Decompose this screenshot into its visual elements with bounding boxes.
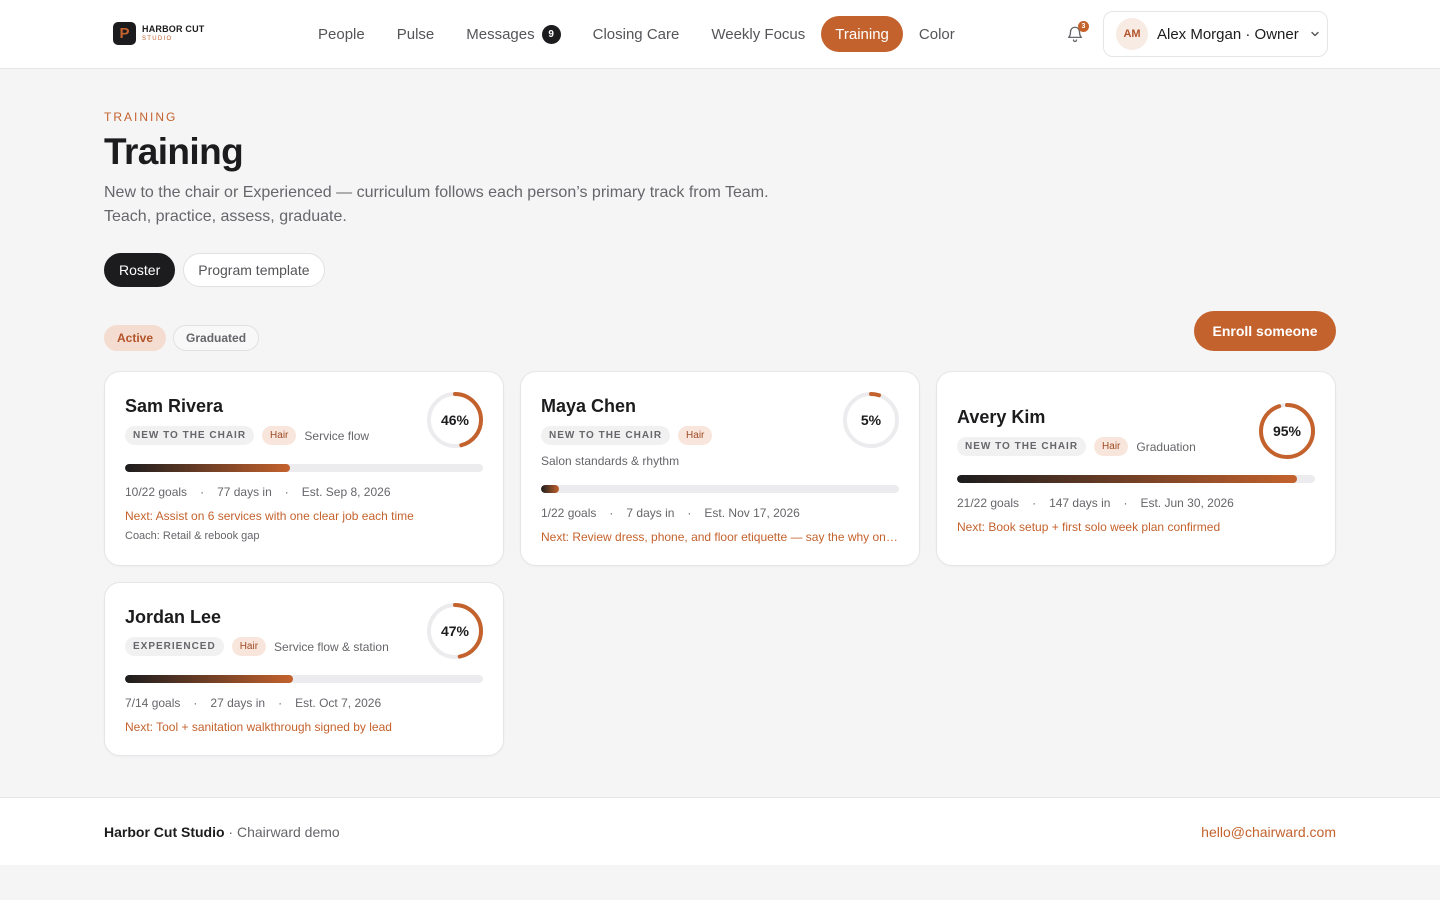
chevron-down-icon: [1311, 31, 1319, 37]
user-name: Alex Morgan · Owner: [1157, 25, 1299, 43]
trainee-card[interactable]: Sam Rivera NEW TO THE CHAIR Hair Service…: [104, 371, 504, 566]
stage-label: Service flow: [304, 428, 370, 443]
notification-count-badge: 3: [1078, 21, 1089, 32]
trainee-card[interactable]: Jordan Lee EXPERIENCED Hair Service flow…: [104, 582, 504, 756]
user-menu[interactable]: AM Alex Morgan · Owner: [1103, 11, 1328, 57]
view-switcher: Roster Program template: [104, 253, 325, 287]
estimated-date: Est. Oct 7, 2026: [295, 696, 382, 710]
progress-bar-fill: [957, 475, 1298, 483]
goals-count: 10/22 goals: [125, 485, 188, 499]
brand-name: HARBOR CUT: [142, 24, 205, 34]
trainee-stats: 21/22 goals · 147 days in · Est. Jun 30, 2…: [957, 496, 1234, 510]
nav-color[interactable]: Color: [903, 16, 971, 52]
footer-studio-name: Harbor Cut Studio: [104, 824, 225, 840]
progress-percent: 46%: [440, 412, 470, 428]
trainee-stats: 10/22 goals · 77 days in · Est. Sep 8, 202…: [125, 485, 391, 499]
track-badge: NEW TO THE CHAIR: [125, 426, 255, 445]
days-in: 77 days in: [217, 485, 272, 499]
avatar: AM: [1116, 18, 1148, 50]
progress-bar: [957, 475, 1315, 483]
footer-credit: Harbor Cut Studio · Chairward demo: [104, 824, 340, 840]
trainee-card[interactable]: Avery Kim NEW TO THE CHAIR Hair Graduati…: [936, 371, 1336, 566]
track-badge: NEW TO THE CHAIR: [957, 437, 1087, 456]
goals-count: 7/14 goals: [125, 696, 181, 710]
top-navigation-bar: P HARBOR CUT STUDIO People Pulse Message…: [0, 0, 1440, 69]
estimated-date: Est. Jun 30, 2026: [1140, 496, 1234, 510]
brand-subtitle: STUDIO: [142, 36, 173, 42]
trainee-name: Maya Chen: [541, 396, 637, 416]
trainee-card[interactable]: Maya Chen NEW TO THE CHAIR Hair Salon st…: [520, 371, 920, 566]
progress-bar-fill: [125, 464, 290, 472]
days-in: 27 days in: [210, 696, 266, 710]
filter-active[interactable]: Active: [104, 325, 167, 351]
trainee-tags: NEW TO THE CHAIR Hair: [541, 426, 713, 445]
progress-ring: 95%: [1258, 402, 1316, 460]
progress-percent: 47%: [440, 623, 470, 639]
tab-roster[interactable]: Roster: [104, 253, 176, 287]
nav-people[interactable]: People: [302, 16, 381, 52]
progress-bar: [125, 464, 483, 472]
skill-badge: Hair: [231, 637, 267, 656]
brand-wordmark: HARBOR CUT STUDIO: [142, 24, 205, 43]
coach-note: Coach: Retail & rebook gap: [125, 530, 260, 542]
nav-pulse[interactable]: Pulse: [381, 16, 451, 52]
track-badge: EXPERIENCED: [125, 637, 224, 656]
nav-messages[interactable]: Messages 9: [450, 16, 576, 52]
next-step: Next: Book setup + first solo week plan …: [957, 520, 1221, 534]
page-footer: Harbor Cut Studio · Chairward demo hello…: [0, 797, 1440, 865]
progress-bar-fill: [541, 485, 559, 493]
main-nav: People Pulse Messages 9 Closing Care Wee…: [302, 16, 971, 52]
goals-count: 21/22 goals: [957, 496, 1020, 510]
nav-closing-care[interactable]: Closing Care: [577, 16, 696, 52]
next-step: Next: Assist on 6 services with one clea…: [125, 509, 414, 523]
progress-bar: [125, 675, 483, 683]
progress-percent: 95%: [1272, 423, 1302, 439]
trainee-tags: NEW TO THE CHAIR Hair Graduation: [957, 437, 1196, 456]
progress-ring: 47%: [426, 602, 484, 660]
estimated-date: Est. Nov 17, 2026: [704, 506, 800, 520]
goals-count: 1/22 goals: [541, 506, 597, 520]
footer-suffix: · Chairward demo: [224, 824, 340, 840]
track-badge: NEW TO THE CHAIR: [541, 426, 671, 445]
trainee-stats: 1/22 goals · 7 days in · Est. Nov 17, 2026: [541, 506, 800, 520]
next-step: Next: Tool + sanitation walkthrough sign…: [125, 720, 392, 734]
progress-bar: [541, 485, 899, 493]
trainee-name: Avery Kim: [957, 407, 1046, 427]
stage-label: Salon standards & rhythm: [541, 454, 680, 468]
trainee-name: Jordan Lee: [125, 607, 222, 627]
nav-training[interactable]: Training: [821, 16, 903, 52]
days-in: 147 days in: [1049, 496, 1111, 510]
brand-mark-icon: P: [113, 22, 136, 45]
status-filters: Active Graduated: [104, 325, 260, 351]
page-description: New to the chair or Experienced — curric…: [104, 184, 769, 225]
nav-weekly-focus[interactable]: Weekly Focus: [695, 16, 821, 52]
progress-percent: 5%: [860, 412, 882, 428]
brand-logo[interactable]: P HARBOR CUT STUDIO: [113, 22, 205, 45]
trainee-name: Sam Rivera: [125, 396, 224, 416]
page-eyebrow: TRAINING: [104, 110, 178, 124]
days-in: 7 days in: [626, 506, 675, 520]
messages-count-badge: 9: [541, 24, 561, 44]
filter-graduated[interactable]: Graduated: [173, 325, 260, 351]
stage-label: Graduation: [1136, 439, 1196, 454]
estimated-date: Est. Sep 8, 2026: [301, 485, 391, 499]
progress-bar-fill: [125, 675, 294, 683]
footer-email-link[interactable]: hello@chairward.com: [1201, 824, 1336, 840]
next-step: Next: Review dress, phone, and floor eti…: [541, 530, 899, 544]
page-title: Training: [104, 131, 244, 172]
tab-program-template[interactable]: Program template: [183, 253, 325, 287]
skill-badge: Hair: [678, 426, 713, 445]
skill-badge: Hair: [262, 426, 297, 445]
trainee-stats: 7/14 goals · 27 days in · Est. Oct 7, 2026: [125, 696, 382, 710]
nav-messages-label: Messages: [466, 25, 535, 43]
stage-label: Service flow & station: [274, 639, 389, 654]
progress-ring: 46%: [426, 391, 484, 449]
progress-ring: 5%: [842, 391, 900, 449]
skill-badge: Hair: [1094, 437, 1129, 456]
trainee-tags: EXPERIENCED Hair Service flow & station: [125, 637, 389, 656]
trainee-tags: NEW TO THE CHAIR Hair Service flow: [125, 426, 369, 445]
enroll-someone-button[interactable]: Enroll someone: [1194, 311, 1336, 351]
